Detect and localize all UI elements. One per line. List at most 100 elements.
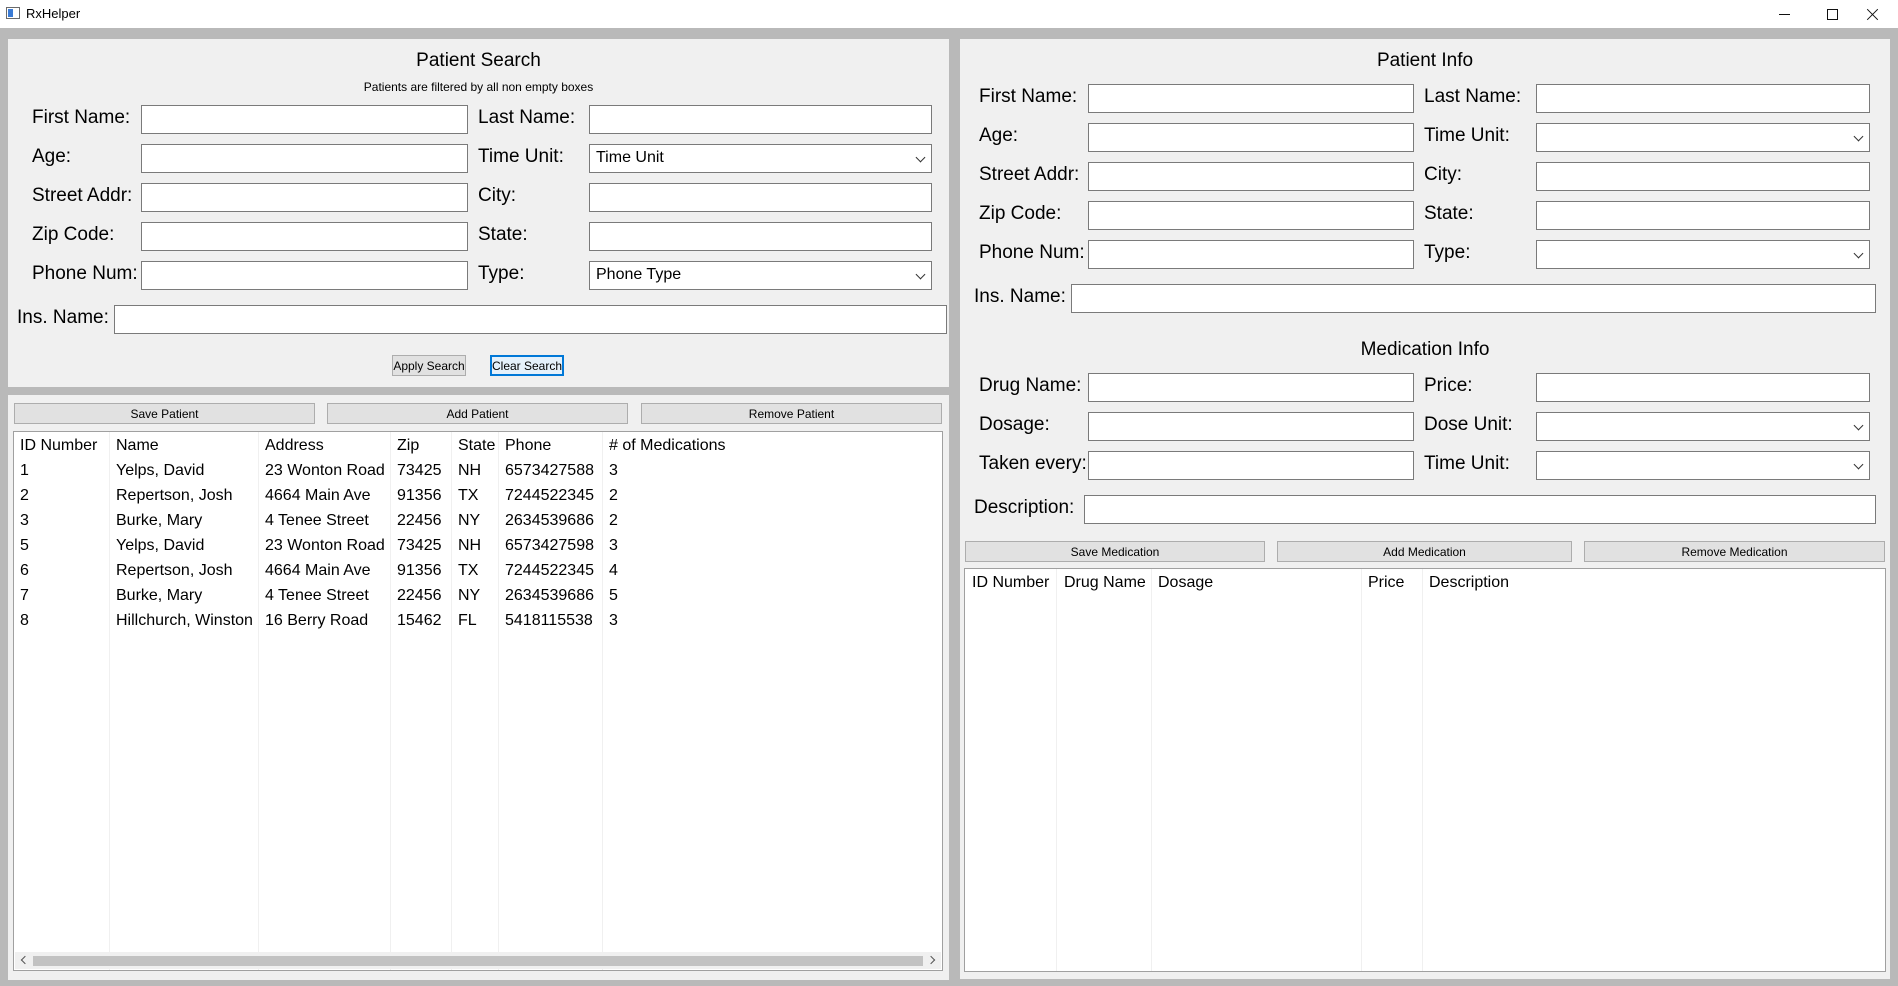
patients-header-name[interactable]: Name (116, 437, 159, 455)
patients-header-state[interactable]: State (458, 437, 495, 455)
medications-header-description[interactable]: Description (1429, 574, 1509, 592)
table-row[interactable]: 1 Yelps, David 23 Wonton Road 73425 NH 6… (14, 462, 942, 483)
table-row[interactable]: 5 Yelps, David 23 Wonton Road 73425 NH 6… (14, 537, 942, 558)
medications-header-dosage[interactable]: Dosage (1158, 574, 1213, 592)
cell-phone: 7244522345 (505, 562, 594, 579)
search-city-input[interactable] (589, 183, 932, 212)
info-city-label: City: (1424, 164, 1462, 185)
table-row[interactable]: 2 Repertson, Josh 4664 Main Ave 91356 TX… (14, 487, 942, 508)
description-input[interactable] (1084, 495, 1876, 524)
patient-search-heading: Patient Search (416, 50, 541, 71)
table-row[interactable]: 3 Burke, Mary 4 Tenee Street 22456 NY 26… (14, 512, 942, 533)
cell-phone: 6573427598 (505, 537, 594, 554)
dosage-label: Dosage: (979, 414, 1050, 435)
patients-horizontal-scrollbar[interactable] (15, 952, 941, 969)
info-first-name-input[interactable] (1088, 84, 1414, 113)
patient-search-panel: Patient Search Patients are filtered by … (8, 39, 949, 387)
cell-medications: 2 (609, 487, 618, 504)
window-title: RxHelper (26, 6, 81, 21)
cell-phone: 2634539686 (505, 512, 594, 529)
search-phone-num-input[interactable] (141, 261, 468, 290)
save-patient-button[interactable]: Save Patient (14, 403, 315, 424)
medications-header-id[interactable]: ID Number (972, 574, 1049, 592)
search-first-name-input[interactable] (141, 105, 468, 134)
info-age-label: Age: (979, 125, 1019, 146)
cell-id: 5 (20, 537, 29, 554)
taken-every-input[interactable] (1088, 451, 1414, 480)
info-state-input[interactable] (1536, 201, 1870, 230)
scrollbar-thumb[interactable] (33, 956, 923, 966)
cell-medications: 3 (609, 537, 618, 554)
add-medication-button[interactable]: Add Medication (1277, 541, 1572, 562)
dosage-input[interactable] (1088, 412, 1414, 441)
close-button[interactable] (1849, 0, 1895, 28)
table-row[interactable]: 6 Repertson, Josh 4664 Main Ave 91356 TX… (14, 562, 942, 583)
search-phone-type-select[interactable]: Phone Type (589, 261, 932, 290)
medications-table[interactable]: ID Number Drug Name Dosage Price Descrip… (964, 568, 1886, 972)
medications-header-price[interactable]: Price (1368, 574, 1404, 592)
cell-name: Yelps, David (116, 537, 205, 554)
search-time-unit-select[interactable]: Time Unit (589, 144, 932, 173)
patients-header-id[interactable]: ID Number (20, 437, 97, 455)
minimize-button[interactable] (1761, 0, 1807, 28)
patients-header-phone[interactable]: Phone (505, 437, 551, 455)
cell-name: Burke, Mary (116, 587, 203, 604)
medications-header-drug-name[interactable]: Drug Name (1064, 574, 1146, 592)
search-zip-code-label: Zip Code: (32, 224, 115, 245)
info-city-input[interactable] (1536, 162, 1870, 191)
search-time-unit-value: Time Unit (596, 149, 664, 166)
info-phone-num-input[interactable] (1088, 240, 1414, 269)
search-zip-code-input[interactable] (141, 222, 468, 251)
patient-info-panel: Patient Info First Name: Last Name: Age:… (960, 39, 1890, 979)
med-time-unit-select[interactable] (1536, 451, 1870, 480)
save-medication-button[interactable]: Save Medication (965, 541, 1265, 562)
add-patient-button[interactable]: Add Patient (327, 403, 628, 424)
minimize-icon (1778, 13, 1790, 15)
patients-header-zip[interactable]: Zip (397, 437, 419, 455)
remove-patient-button[interactable]: Remove Patient (641, 403, 942, 424)
info-age-input[interactable] (1088, 123, 1414, 152)
close-icon (1866, 8, 1879, 21)
cell-id: 2 (20, 487, 29, 504)
info-phone-type-select[interactable] (1536, 240, 1870, 269)
patients-header-address[interactable]: Address (265, 437, 324, 455)
info-street-addr-label: Street Addr: (979, 164, 1080, 185)
clear-search-button[interactable]: Clear Search (490, 355, 564, 376)
cell-zip: 73425 (397, 462, 442, 479)
info-last-name-input[interactable] (1536, 84, 1870, 113)
patients-table[interactable]: ID Number Name Address Zip State Phone #… (13, 431, 943, 971)
search-state-label: State: (478, 224, 528, 245)
patient-search-subheading: Patients are filtered by all non empty b… (363, 80, 594, 94)
cell-name: Repertson, Josh (116, 562, 233, 579)
cell-id: 8 (20, 612, 29, 629)
search-street-addr-input[interactable] (141, 183, 468, 212)
info-zip-code-input[interactable] (1088, 201, 1414, 230)
patients-header-medications[interactable]: # of Medications (609, 437, 726, 455)
search-last-name-input[interactable] (589, 105, 932, 134)
search-ins-name-input[interactable] (114, 305, 947, 334)
scroll-right-icon[interactable] (926, 955, 936, 965)
search-age-input[interactable] (141, 144, 468, 173)
cell-zip: 15462 (397, 612, 442, 629)
cell-name: Yelps, David (116, 462, 205, 479)
table-row[interactable]: 7 Burke, Mary 4 Tenee Street 22456 NY 26… (14, 587, 942, 608)
drug-name-input[interactable] (1088, 373, 1414, 402)
search-state-input[interactable] (589, 222, 932, 251)
remove-medication-button[interactable]: Remove Medication (1584, 541, 1885, 562)
scroll-left-icon[interactable] (20, 955, 30, 965)
cell-phone: 6573427588 (505, 462, 594, 479)
cell-name: Burke, Mary (116, 512, 203, 529)
cell-state: TX (458, 487, 479, 504)
cell-phone: 2634539686 (505, 587, 594, 604)
search-city-label: City: (478, 185, 516, 206)
table-row[interactable]: 8 Hillchurch, Winston 16 Berry Road 1546… (14, 612, 942, 633)
info-street-addr-input[interactable] (1088, 162, 1414, 191)
apply-search-button[interactable]: Apply Search (392, 355, 466, 376)
search-phone-num-label: Phone Num: (32, 263, 138, 284)
chevron-down-icon (1853, 248, 1864, 259)
info-time-unit-select[interactable] (1536, 123, 1870, 152)
cell-address: 23 Wonton Road (265, 462, 385, 479)
dose-unit-select[interactable] (1536, 412, 1870, 441)
info-ins-name-input[interactable] (1071, 284, 1876, 313)
price-input[interactable] (1536, 373, 1870, 402)
